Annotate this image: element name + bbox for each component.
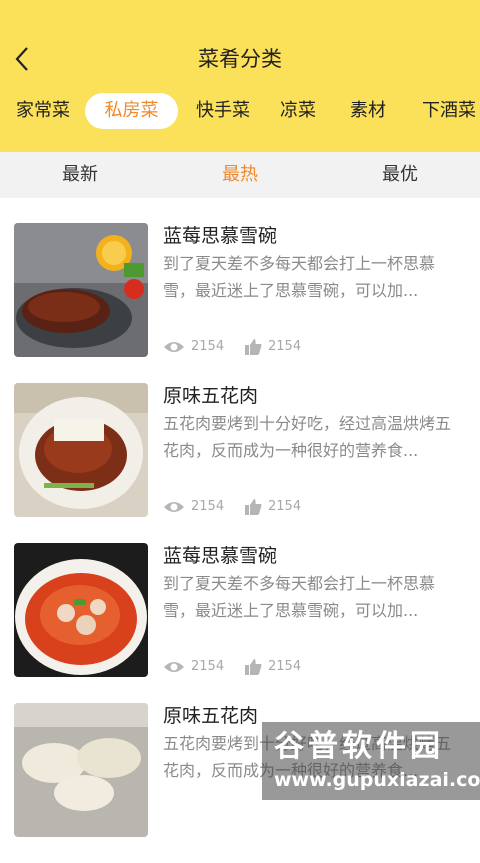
eye-icon — [164, 501, 184, 512]
likes-count: 2154 — [268, 659, 302, 674]
category-tabs: 家常菜 私房菜 快手菜 凉菜 素材 下酒菜 — [0, 93, 480, 129]
watermark: 谷普软件园 www.gupuxiazai.com — [262, 722, 480, 800]
category-tab-sucai[interactable]: 素材 — [342, 93, 394, 129]
category-tab-kuaishou[interactable]: 快手菜 — [188, 93, 258, 129]
thumbs-up-icon — [245, 338, 262, 355]
views-stat: 2154 — [163, 337, 224, 357]
thumbs-up-icon — [245, 498, 262, 515]
recipe-name: 原味五花肉 — [163, 705, 259, 727]
thumbs-up-icon — [245, 658, 262, 675]
eye-icon — [164, 341, 184, 352]
category-tab-jiachang[interactable]: 家常菜 — [8, 93, 78, 129]
category-tab-xiajiu[interactable]: 下酒菜 — [414, 93, 480, 129]
recipe-name: 蓝莓思慕雪碗 — [163, 545, 278, 567]
sort-tab-newest[interactable]: 最新 — [20, 152, 140, 198]
page-title: 菜肴分类 — [198, 47, 282, 71]
recipe-description: 到了夏天差不多每天都会打上一杯思慕雪，最近迷上了思慕雪碗，可以加... — [163, 574, 436, 620]
views-count: 2154 — [191, 659, 225, 674]
eye-icon — [164, 661, 184, 672]
watermark-url: www.gupuxiazai.com — [274, 769, 480, 791]
recipe-name: 原味五花肉 — [163, 385, 259, 407]
views-stat: 2154 — [163, 497, 224, 517]
likes-stat[interactable]: 2154 — [245, 337, 301, 357]
recipe-description: 五花肉要烤到十分好吃，经过高温烘烤五花肉，反而成为一种很好的营养食... — [163, 414, 452, 460]
recipe-name: 蓝莓思慕雪碗 — [163, 225, 278, 247]
likes-stat[interactable]: 2154 — [245, 497, 301, 517]
recipe-description: 到了夏天差不多每天都会打上一杯思慕雪，最近迷上了思慕雪碗，可以加... — [163, 254, 436, 300]
recipe-item[interactable]: 蓝莓思慕雪碗 到了夏天差不多每天都会打上一杯思慕雪，最近迷上了思慕雪碗，可以加.… — [0, 223, 480, 383]
recipe-thumbnail — [14, 383, 148, 517]
recipe-thumbnail — [14, 703, 148, 837]
views-count: 2154 — [191, 339, 225, 354]
sort-tab-best[interactable]: 最优 — [340, 152, 460, 198]
recipe-thumbnail — [14, 543, 148, 677]
recipe-item[interactable]: 原味五花肉 五花肉要烤到十分好吃，经过高温烘烤五花肉，反而成为一种很好的营养食.… — [0, 383, 480, 543]
recipe-item[interactable]: 蓝莓思慕雪碗 到了夏天差不多每天都会打上一杯思慕雪，最近迷上了思慕雪碗，可以加.… — [0, 543, 480, 703]
views-count: 2154 — [191, 499, 225, 514]
recipe-thumbnail — [14, 223, 148, 357]
sort-tab-hottest[interactable]: 最热 — [180, 152, 300, 198]
sort-tabs: 最新 最热 最优 — [0, 152, 480, 198]
views-stat: 2154 — [163, 657, 224, 677]
header: 菜肴分类 家常菜 私房菜 快手菜 凉菜 素材 下酒菜 — [0, 0, 480, 152]
watermark-brand: 谷普软件园 — [274, 729, 444, 764]
likes-count: 2154 — [268, 339, 302, 354]
likes-stat[interactable]: 2154 — [245, 657, 301, 677]
category-tab-liangcai[interactable]: 凉菜 — [272, 93, 324, 129]
likes-count: 2154 — [268, 499, 302, 514]
category-tab-sifang[interactable]: 私房菜 — [85, 93, 178, 129]
